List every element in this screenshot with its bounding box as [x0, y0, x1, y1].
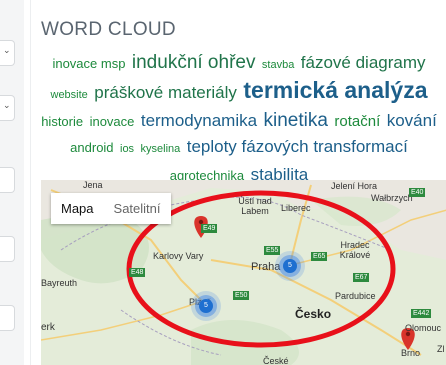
road-badge: E40: [409, 188, 426, 197]
road-badge: E49: [201, 224, 218, 233]
marker-cluster-plzen[interactable]: 5: [199, 299, 213, 313]
cloud-word[interactable]: teploty fázových transformací: [187, 137, 408, 156]
road-badge: E65: [311, 252, 328, 261]
cloud-word[interactable]: práškové materiály: [94, 83, 237, 102]
place-label: České: [263, 356, 289, 365]
word-cloud-title: WORD CLOUD: [41, 19, 176, 40]
road-badge: E48: [129, 268, 146, 277]
cloud-word[interactable]: historie: [41, 114, 83, 129]
place-label: Česko: [295, 307, 332, 321]
place-label: Praha: [251, 261, 281, 273]
place-label: Ústí nad Labem: [238, 196, 272, 216]
place-label: Zl: [437, 344, 445, 354]
filter-select-2[interactable]: ⌄: [0, 95, 15, 121]
place-label: Pardubice: [335, 291, 376, 301]
filter-input-2[interactable]: [0, 236, 15, 262]
cloud-word[interactable]: fázové diagramy: [301, 53, 426, 72]
place-label: Wałbrzych: [371, 193, 413, 203]
road-badge: E50: [233, 291, 250, 300]
cloud-word[interactable]: kinetika: [264, 110, 328, 131]
filter-input-1[interactable]: [0, 167, 15, 193]
place-label: Liberec: [281, 203, 311, 213]
chevron-down-icon: ⌄: [3, 101, 11, 111]
place-label: erk: [41, 322, 55, 333]
place-label: Hradec Králové: [339, 240, 371, 260]
filter-input-3[interactable]: [0, 305, 15, 331]
place-label: Olomouc: [405, 323, 442, 333]
road-badge: E442: [411, 309, 432, 318]
cloud-word[interactable]: kování: [387, 111, 437, 130]
cloud-word[interactable]: inovace: [90, 114, 135, 129]
cloud-word[interactable]: stavba: [262, 59, 294, 71]
cloud-word[interactable]: rotační: [334, 113, 380, 130]
road-badge: E67: [353, 273, 370, 282]
cloud-word[interactable]: ios: [120, 143, 134, 155]
tab-satellite[interactable]: Satelitní: [104, 193, 171, 224]
cloud-word[interactable]: inovace msp: [52, 56, 125, 71]
cloud-word[interactable]: kyselina: [141, 143, 181, 155]
filter-select-1[interactable]: ⌄: [0, 40, 15, 66]
place-label: Brno: [401, 348, 421, 358]
place-label: Jelení Hora: [331, 181, 378, 191]
place-label: Bayreuth: [41, 278, 78, 288]
place-label: Karlovy Vary: [153, 251, 204, 261]
chevron-down-icon: ⌄: [3, 46, 11, 56]
word-cloud-panel: WORD CLOUD inovace msp indukční ohřev st…: [30, 0, 446, 365]
cloud-word[interactable]: android: [70, 140, 113, 155]
cloud-word[interactable]: indukční ohřev: [132, 52, 256, 73]
road-badge: E55: [264, 246, 281, 255]
cloud-word[interactable]: website: [51, 89, 88, 101]
place-label: Jena: [83, 180, 103, 190]
left-filter-column: ⌄ ⌄: [0, 0, 24, 365]
marker-cluster-prague[interactable]: 5: [283, 259, 297, 273]
word-cloud: inovace msp indukční ohřev stavba fázové…: [35, 50, 443, 188]
tab-map[interactable]: Mapa: [51, 193, 104, 224]
map[interactable]: Mapa Satelitní Jena Ústí nad Labem Liber…: [41, 180, 446, 365]
cloud-word[interactable]: termodynamika: [141, 111, 257, 130]
cloud-word[interactable]: termická analýza: [243, 77, 427, 103]
map-type-toggle: Mapa Satelitní: [51, 193, 171, 224]
